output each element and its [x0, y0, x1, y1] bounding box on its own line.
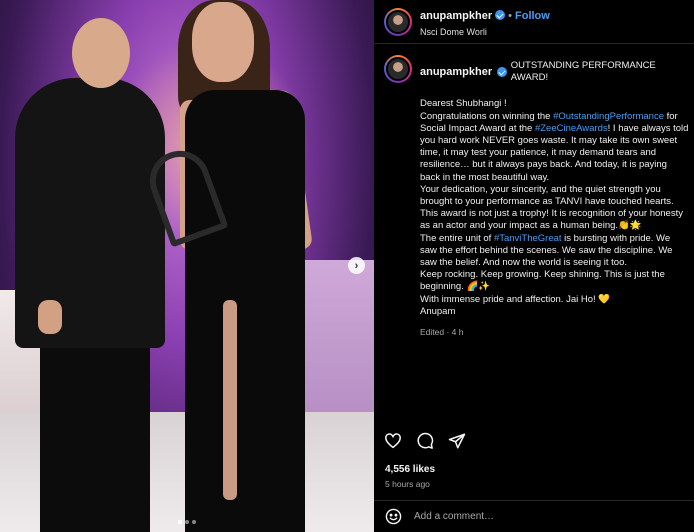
- post-timestamp: 5 hours ago: [385, 479, 430, 489]
- follow-button[interactable]: Follow: [515, 10, 550, 22]
- hashtag-link[interactable]: #TanviTheGreat: [494, 233, 562, 244]
- caption-author[interactable]: anupampkher: [420, 66, 492, 78]
- heart-icon[interactable]: [384, 432, 402, 450]
- verified-icon: [495, 10, 506, 20]
- hashtag-link[interactable]: #ZeeCineAwards: [535, 123, 608, 134]
- post-panel: anupampkher • Follow Nsci Dome Worli anupa…: [374, 0, 694, 532]
- avatar[interactable]: [384, 55, 412, 83]
- person-left-hand: [38, 300, 62, 334]
- person-right-dress: [185, 90, 305, 532]
- post-image[interactable]: ›: [0, 0, 374, 532]
- carousel-next-icon[interactable]: ›: [348, 257, 365, 274]
- share-icon[interactable]: [448, 432, 466, 450]
- person-right-head: [192, 2, 254, 82]
- event-banner-right: [294, 260, 374, 420]
- likes-count[interactable]: 4,556 likes: [385, 464, 435, 475]
- edited-label: Edited · 4 h: [420, 327, 464, 338]
- caption-text: Dearest Shubhangi ! Congratulations on w…: [420, 98, 689, 317]
- person-right-leg: [223, 300, 237, 500]
- comment-bar: [374, 500, 694, 532]
- person-left-legs: [40, 330, 150, 532]
- action-bar: [384, 432, 466, 450]
- carousel-dot: [178, 520, 182, 524]
- person-left-head: [72, 18, 130, 88]
- avatar[interactable]: [384, 7, 412, 36]
- caption-title: OUTSTANDING PERFORMANCE AWARD!: [510, 60, 656, 84]
- carousel-dot: [185, 520, 189, 524]
- post-header: anupampkher • Follow Nsci Dome Worli: [374, 0, 694, 44]
- caption: anupampkher OUTSTANDING PERFORMANCE AWARD…: [384, 55, 689, 338]
- verified-icon: [497, 67, 507, 78]
- author-username[interactable]: anupampkher: [420, 10, 492, 22]
- separator: •: [508, 10, 512, 22]
- carousel-dot: [192, 520, 196, 524]
- carousel-dots: [0, 520, 374, 524]
- location-link[interactable]: Nsci Dome Worli: [420, 27, 550, 38]
- emoji-icon[interactable]: [385, 508, 402, 525]
- hashtag-link[interactable]: #OutstandingPerformance: [553, 111, 664, 122]
- comment-icon[interactable]: [416, 432, 434, 450]
- comment-input[interactable]: [414, 511, 674, 522]
